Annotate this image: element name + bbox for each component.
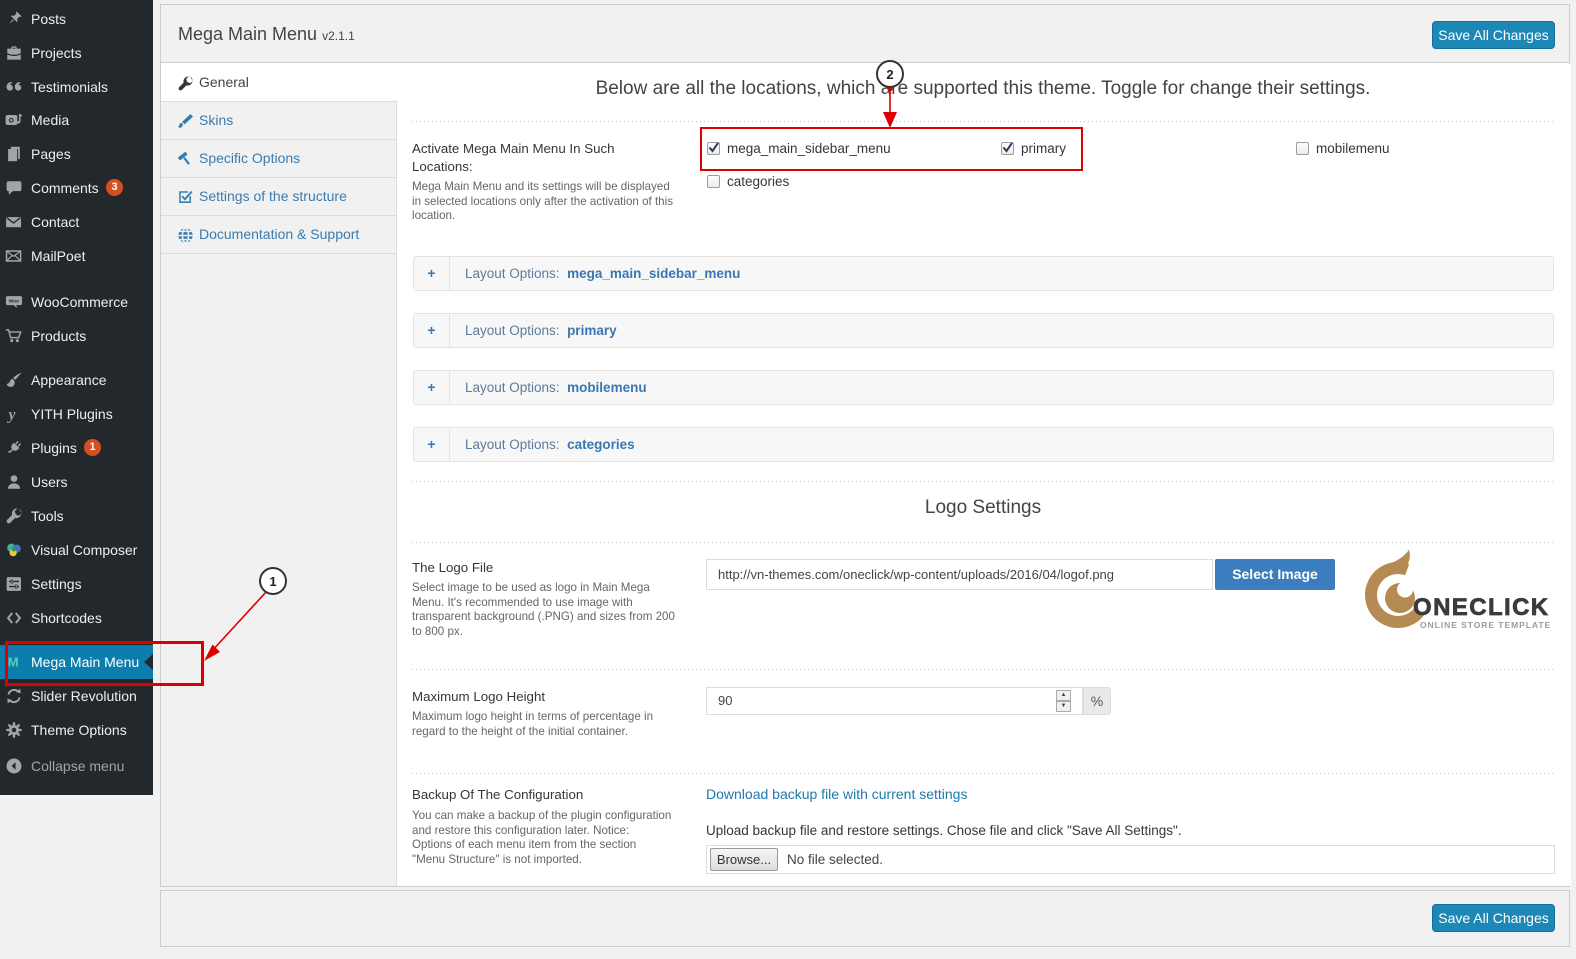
svg-text:Woo: Woo (9, 299, 19, 305)
svg-text:ONLINE STORE TEMPLATE: ONLINE STORE TEMPLATE (1420, 620, 1551, 630)
svg-text:y: y (7, 406, 16, 423)
svg-text:ONECLICK: ONECLICK (1413, 594, 1550, 621)
